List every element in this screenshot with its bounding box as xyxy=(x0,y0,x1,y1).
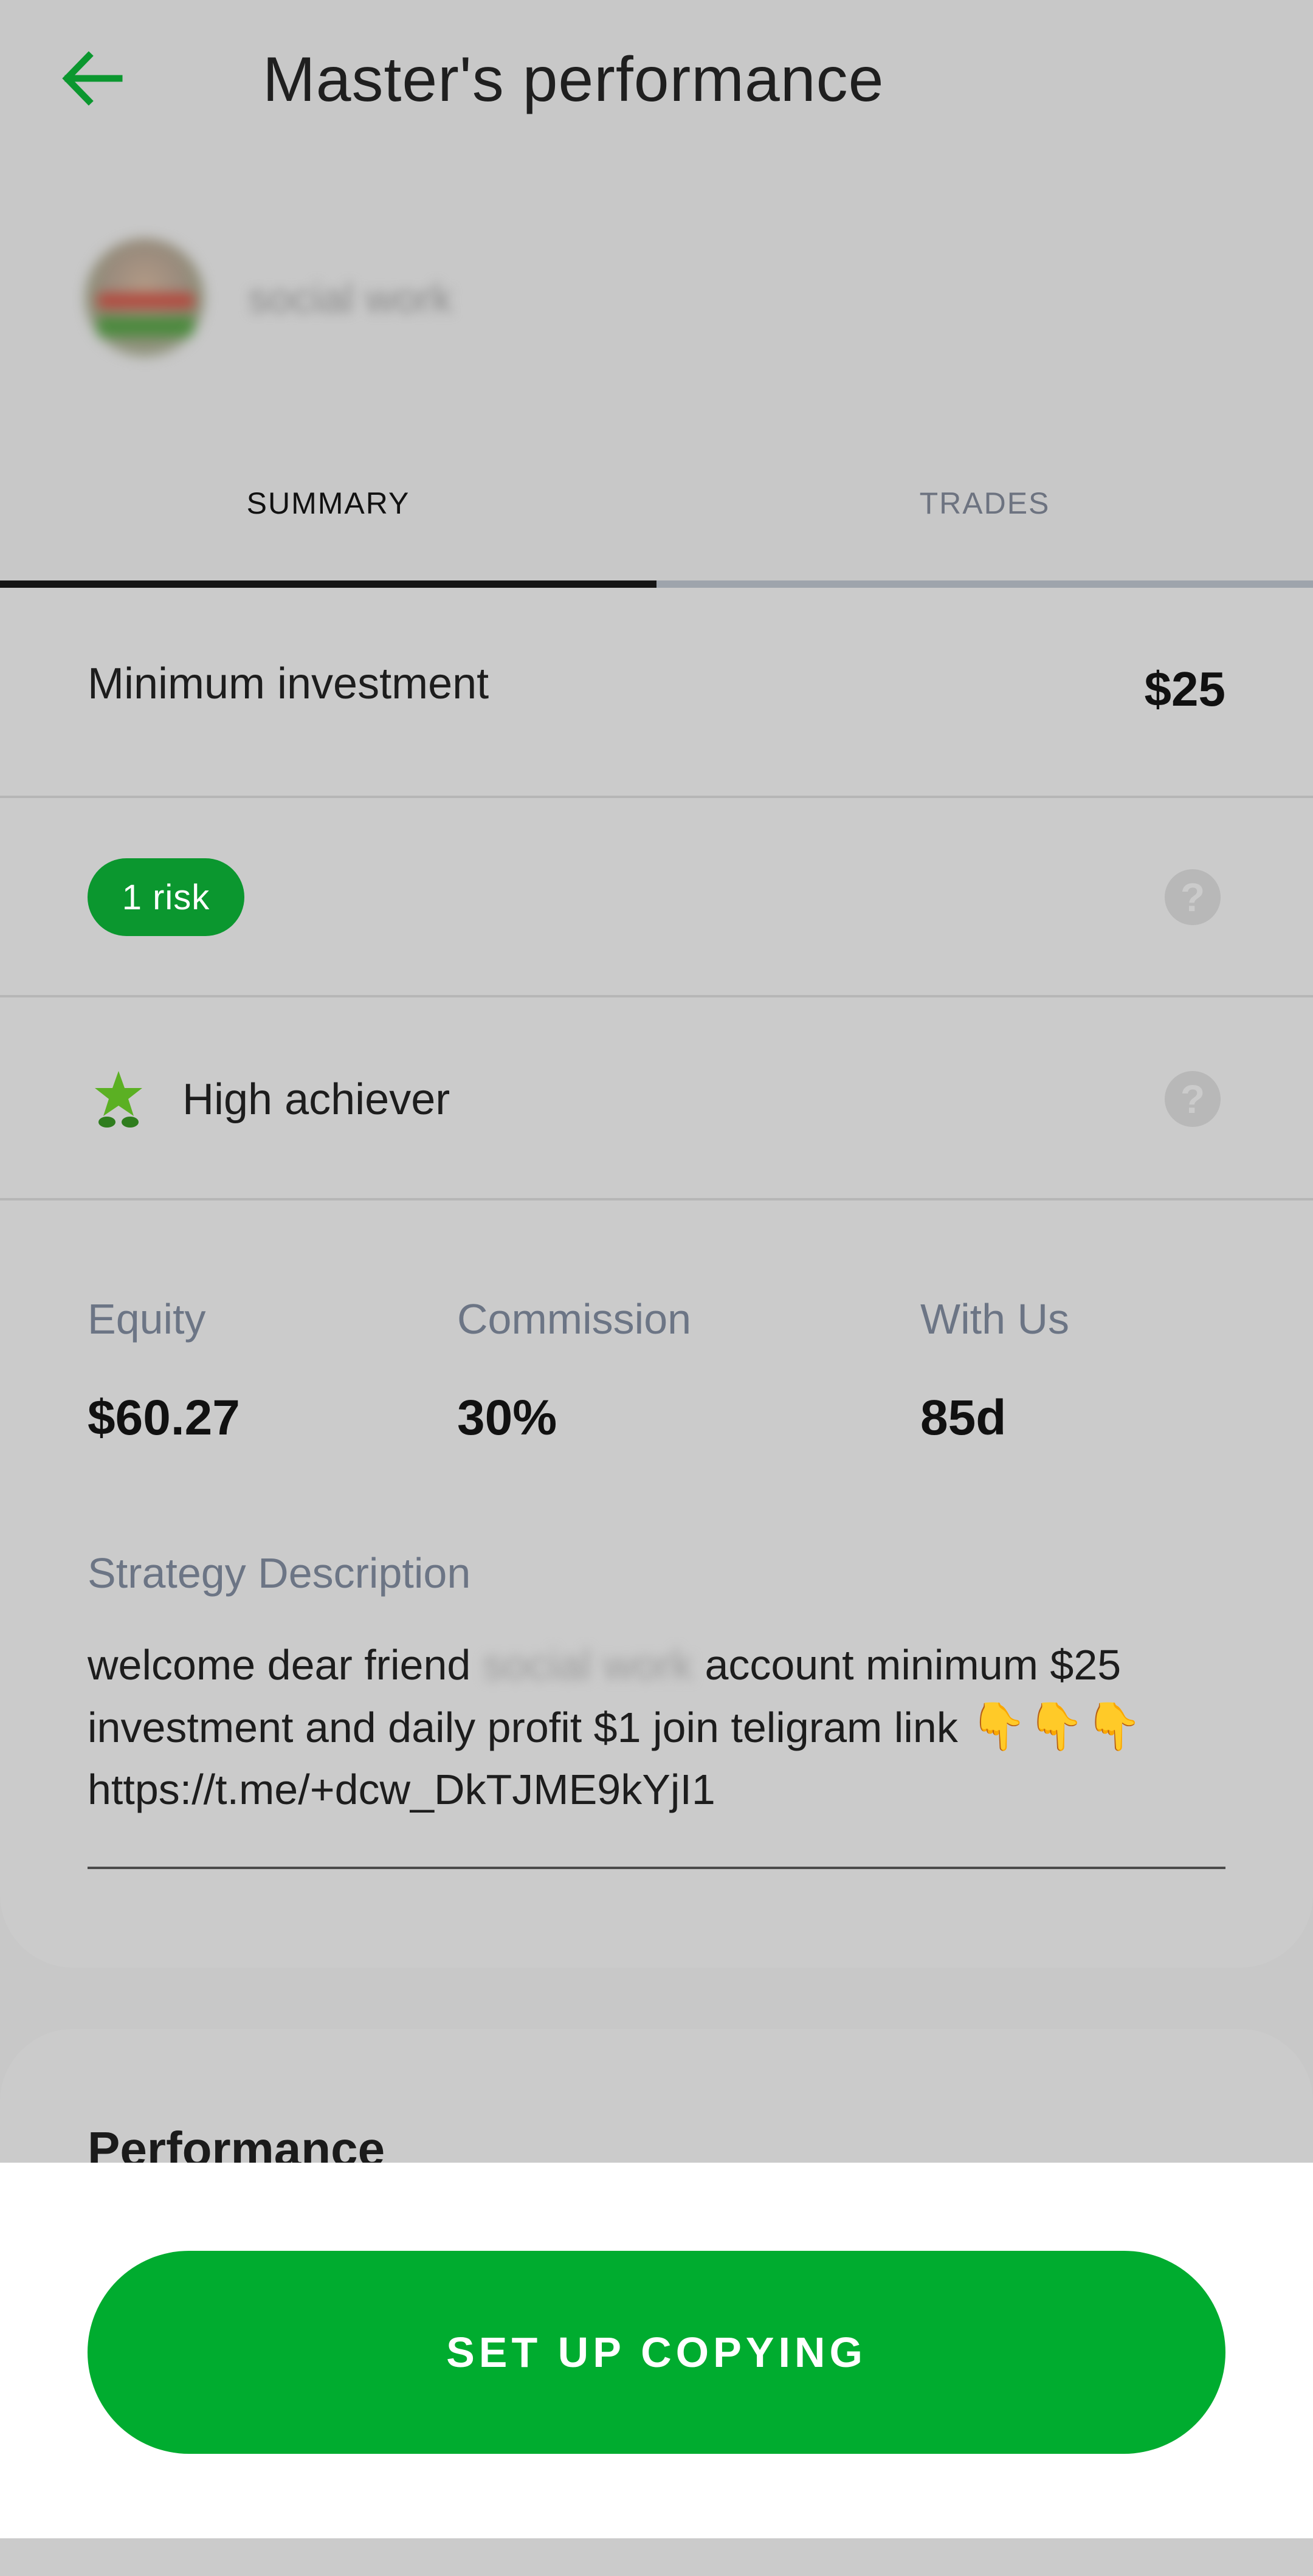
tab-summary[interactable]: SUMMARY xyxy=(0,468,656,538)
help-icon[interactable]: ? xyxy=(1165,869,1221,925)
strategy-description: welcome dear friend social work account … xyxy=(88,1634,1230,1820)
strategy-description-label: Strategy Description xyxy=(88,1549,471,1597)
equity-value: $60.27 xyxy=(88,1390,240,1445)
tab-indicator-active xyxy=(0,580,656,588)
divider xyxy=(0,796,1313,798)
tab-indicator-track xyxy=(656,580,1313,588)
commission-label: Commission xyxy=(457,1295,692,1343)
commission-value: 30% xyxy=(457,1390,557,1445)
divider xyxy=(0,995,1313,997)
star-award-icon xyxy=(91,1069,146,1132)
arrow-left-icon xyxy=(58,45,125,115)
divider xyxy=(0,1198,1313,1200)
risk-badge: 1 risk xyxy=(88,858,244,936)
with-us-label: With Us xyxy=(920,1295,1069,1343)
master-name: social work xyxy=(248,275,453,322)
equity-label: Equity xyxy=(88,1295,206,1343)
telegram-link[interactable]: https://t.me/+dcw_DkTJME9kYjI1 xyxy=(88,1766,715,1813)
question-mark-icon: ? xyxy=(1180,1076,1205,1121)
high-achiever-label: High achiever xyxy=(182,1075,450,1124)
page-title: Master's performance xyxy=(263,44,884,115)
question-mark-icon: ? xyxy=(1180,875,1205,920)
with-us-value: 85d xyxy=(920,1390,1007,1445)
min-investment-value: $25 xyxy=(1144,662,1225,716)
avatar xyxy=(85,238,204,357)
min-investment-label: Minimum investment xyxy=(88,659,489,708)
description-text: welcome dear friend xyxy=(88,1641,471,1689)
blurred-master-name: social work xyxy=(482,1641,693,1689)
description-underline xyxy=(88,1867,1225,1869)
tab-trades[interactable]: TRADES xyxy=(656,468,1313,538)
help-icon[interactable]: ? xyxy=(1165,1071,1221,1127)
back-button[interactable] xyxy=(58,40,143,119)
pointing-down-icon: 👇👇👇 xyxy=(970,1701,1143,1752)
set-up-copying-button[interactable]: SET UP COPYING xyxy=(88,2251,1225,2454)
